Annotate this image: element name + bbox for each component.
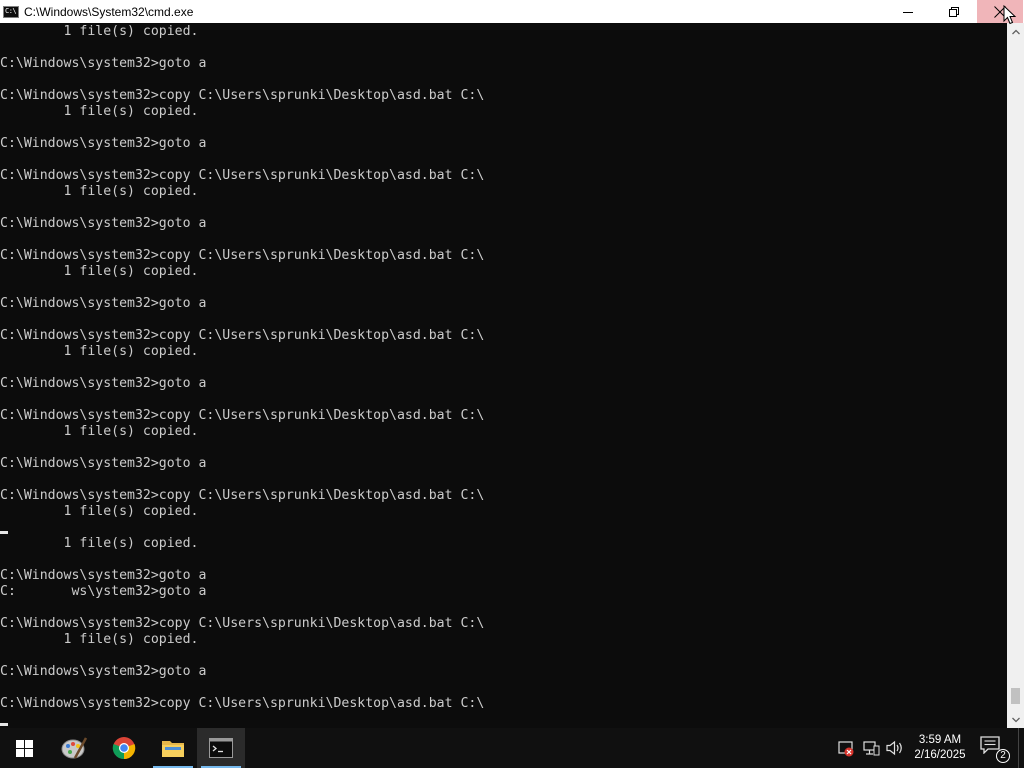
windows-logo-icon	[15, 739, 33, 757]
console-line: 1 file(s) copied.	[0, 184, 199, 199]
scroll-down-button[interactable]	[1007, 711, 1024, 728]
console-line: 1 file(s) copied.	[0, 24, 199, 39]
text-cursor	[0, 723, 8, 726]
console-line: C:\Windows\system32>goto a	[0, 56, 207, 71]
clock[interactable]: 3:59 AM 2/16/2025	[904, 733, 976, 763]
console-line: C:\Windows\system32>copy C:\Users\sprunk…	[0, 616, 485, 631]
console-line: 1 file(s) copied.	[0, 264, 199, 279]
chrome-icon	[112, 737, 136, 760]
console-line: 1 file(s) copied.	[0, 504, 199, 519]
console-line: C:\Windows\system32>goto a	[0, 568, 207, 583]
clock-date: 2/16/2025	[914, 749, 966, 761]
console-line: C:\Windows\system32>goto a	[0, 296, 207, 311]
console-line: C:\Windows\system32>goto a	[0, 216, 207, 231]
taskbar: 3:59 AM 2/16/2025 2	[0, 728, 1024, 768]
start-button[interactable]	[0, 728, 48, 768]
restore-button[interactable]	[931, 0, 977, 23]
console-line: 1 file(s) copied.	[0, 536, 199, 551]
cmd-app[interactable]	[197, 728, 245, 768]
console-line: 1 file(s) copied.	[0, 424, 199, 439]
console-line: 1 file(s) copied.	[0, 344, 199, 359]
restore-icon	[949, 6, 959, 17]
chevron-up-icon	[1011, 29, 1020, 34]
minimize-icon	[903, 11, 913, 13]
security-alert-icon[interactable]	[836, 738, 856, 758]
console-line: C: ws\ystem32>goto a	[0, 584, 207, 599]
text-cursor	[0, 531, 8, 534]
folder-icon	[162, 741, 184, 757]
window-title: C:\Windows\System32\cmd.exe	[24, 4, 194, 19]
vertical-scrollbar[interactable]	[1007, 23, 1024, 728]
clock-time: 3:59 AM	[918, 734, 962, 746]
cmd-app-icon[interactable]	[3, 5, 19, 18]
title-bar[interactable]: C:\Windows\System32\cmd.exe	[0, 0, 1024, 23]
minimize-button[interactable]	[885, 0, 931, 23]
console-line: C:\Windows\system32>copy C:\Users\sprunk…	[0, 488, 485, 503]
volume-icon[interactable]	[885, 738, 905, 758]
paint-palette-icon	[61, 737, 87, 759]
console-line: C:\Windows\system32>copy C:\Users\sprunk…	[0, 248, 485, 263]
console-output[interactable]: 1 file(s) copied. C:\Windows\system32>got…	[0, 23, 1007, 728]
console-line: C:\Windows\system32>goto a	[0, 136, 207, 151]
console-line: C:\Windows\system32>goto a	[0, 664, 207, 679]
chevron-down-icon	[1011, 717, 1020, 722]
file-explorer-app[interactable]	[149, 728, 197, 768]
console-line: C:\Windows\system32>copy C:\Users\sprunk…	[0, 168, 485, 183]
console-line: C:\Windows\system32>copy C:\Users\sprunk…	[0, 408, 485, 423]
console-line: C:\Windows\system32>copy C:\Users\sprunk…	[0, 696, 485, 711]
chrome-app[interactable]	[100, 728, 148, 768]
console-line: 1 file(s) copied.	[0, 104, 199, 119]
show-desktop-button[interactable]	[1018, 728, 1024, 768]
notification-count-badge: 2	[996, 749, 1010, 763]
paint-app[interactable]	[50, 728, 98, 768]
command-prompt-icon	[209, 738, 233, 758]
console-line: C:\Windows\system32>copy C:\Users\sprunk…	[0, 328, 485, 343]
scrollbar-thumb[interactable]	[1011, 688, 1020, 705]
console-line: C:\Windows\system32>goto a	[0, 456, 207, 471]
console-text: 1 file(s) copied. C:\Windows\system32>got…	[0, 24, 484, 728]
scroll-up-button[interactable]	[1007, 23, 1024, 40]
console-line: C:\Windows\system32>copy C:\Users\sprunk…	[0, 88, 485, 103]
console-line: 1 file(s) copied.	[0, 632, 199, 647]
mouse-pointer-icon	[1003, 5, 1017, 25]
console-line: C:\Windows\system32>goto a	[0, 376, 207, 391]
network-icon[interactable]	[861, 738, 881, 758]
